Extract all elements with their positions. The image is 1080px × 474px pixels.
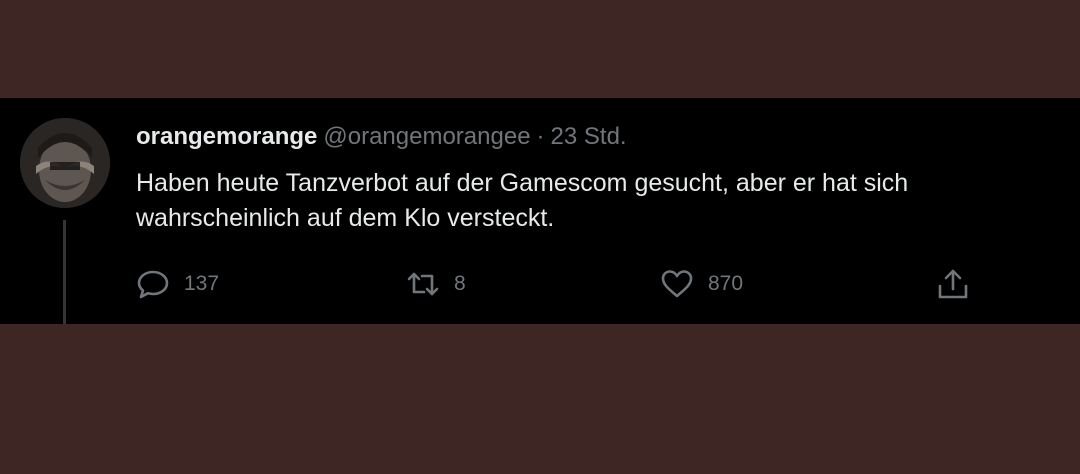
retweet-icon [406, 268, 440, 300]
share-button[interactable] [936, 268, 970, 300]
like-count: 870 [708, 272, 744, 295]
avatar[interactable] [20, 118, 110, 208]
tweet-header: orangemorange @orangemorangee · 23 Std. [136, 122, 627, 152]
user-handle[interactable]: @orangemorangee [323, 123, 530, 150]
retweet-count: 8 [454, 272, 466, 295]
reply-icon [136, 268, 170, 300]
thread-line [63, 220, 66, 324]
tweet-text: Haben heute Tanzverbot auf der Gamescom … [136, 169, 909, 232]
share-icon [936, 268, 970, 300]
timestamp[interactable]: 23 Std. [551, 123, 627, 150]
tweet-card[interactable]: orangemorange @orangemorangee · 23 Std. Hab… [0, 98, 1080, 324]
reply-button[interactable]: 137 [136, 268, 219, 300]
avatar-image [20, 118, 110, 208]
heart-icon [660, 268, 694, 300]
reply-count: 137 [184, 272, 220, 295]
retweet-button[interactable]: 8 [406, 268, 466, 300]
screenshot-canvas: orangemorange @orangemorangee · 23 Std. Hab… [0, 0, 1080, 474]
display-name[interactable]: orangemorange [136, 123, 317, 150]
separator-dot: · [536, 123, 545, 150]
action-bar: 137 8 870 [136, 268, 986, 300]
like-button[interactable]: 870 [660, 268, 743, 300]
